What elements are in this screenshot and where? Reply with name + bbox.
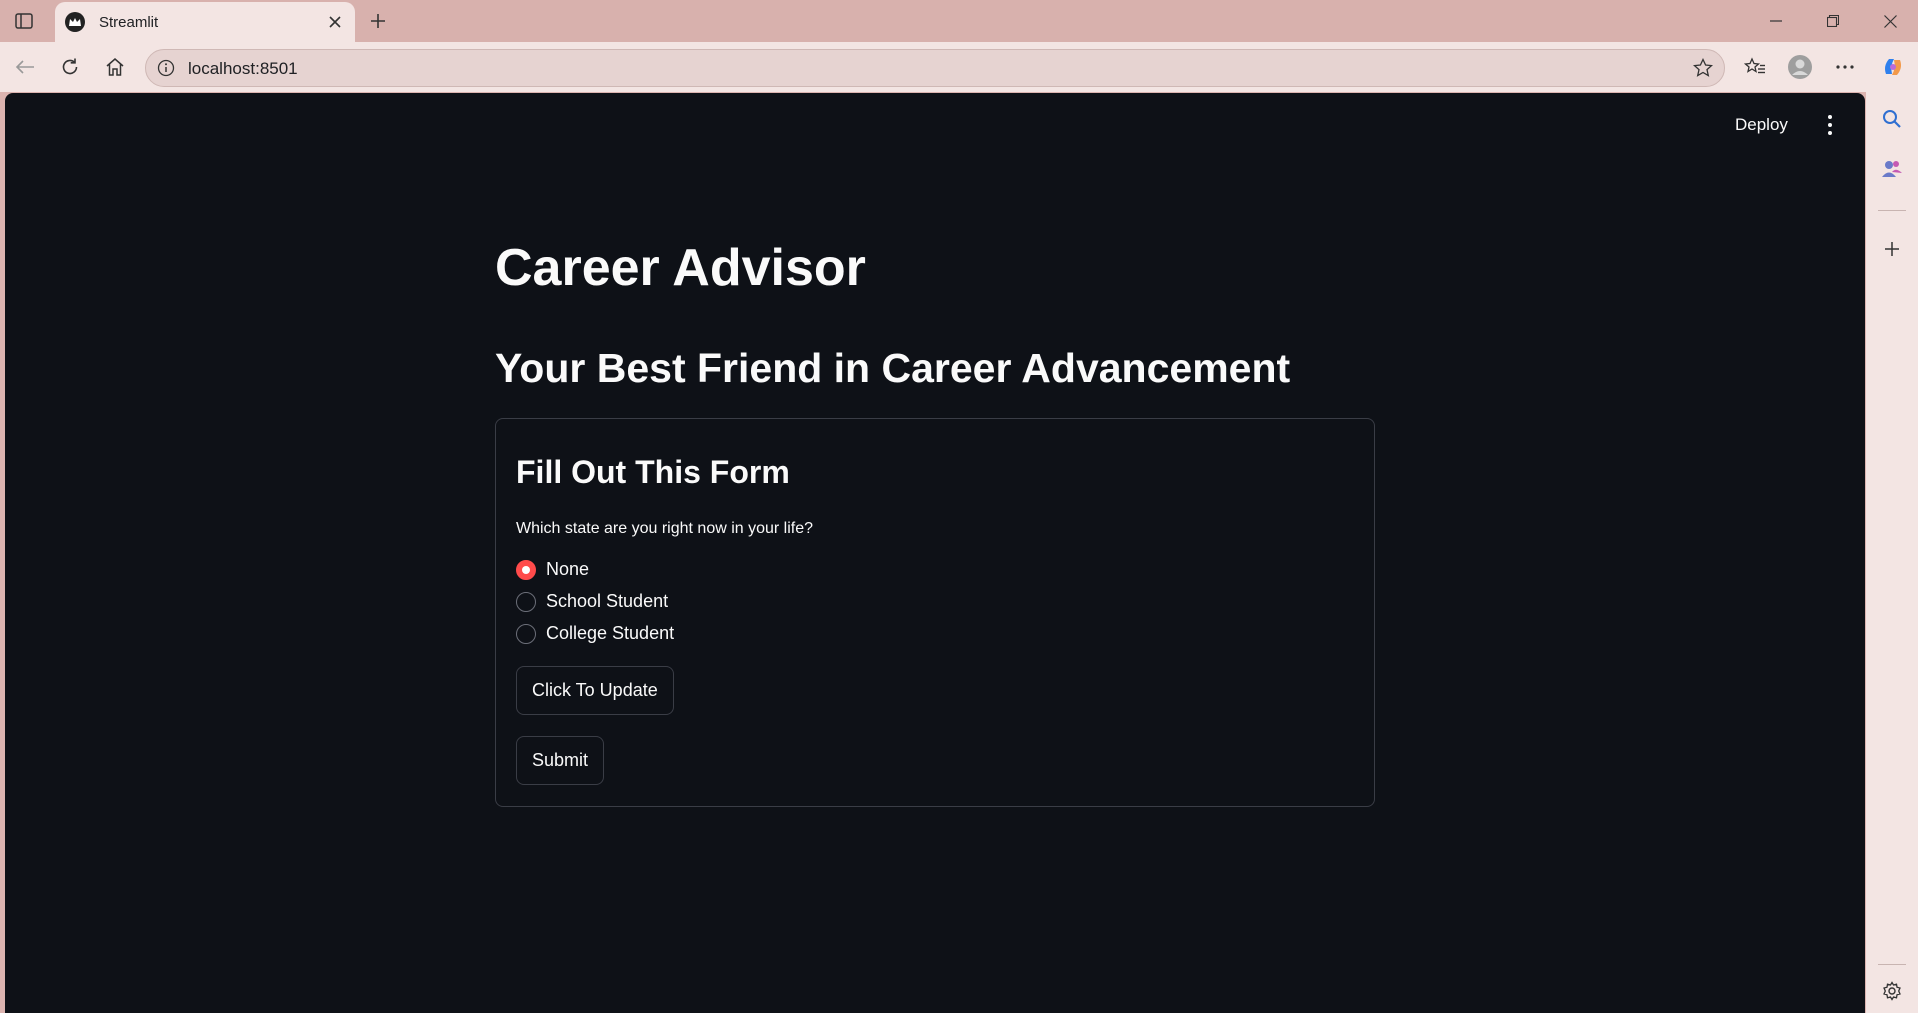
- browser-tab-bar: Streamlit: [0, 0, 1918, 42]
- sidebar-toggle-icon[interactable]: [12, 9, 36, 33]
- main-menu-icon[interactable]: [1820, 111, 1840, 139]
- tab-title: Streamlit: [99, 13, 159, 31]
- radio-option-college-student[interactable]: College Student: [516, 623, 674, 644]
- radio-question-label: Which state are you right now in your li…: [516, 520, 814, 537]
- more-options-icon[interactable]: [1830, 52, 1860, 82]
- minimize-icon[interactable]: [1756, 6, 1796, 36]
- sidebar-divider: [1878, 210, 1906, 211]
- tab-close-icon[interactable]: [323, 10, 347, 34]
- streamlit-app: Deploy Career Advisor Your Best Friend i…: [5, 93, 1865, 1013]
- submit-button[interactable]: Submit: [516, 736, 605, 785]
- click-to-update-button[interactable]: Click To Update: [516, 666, 674, 715]
- reload-icon[interactable]: [55, 52, 85, 82]
- radio-option-none[interactable]: None: [516, 559, 589, 580]
- sidebar-divider-bottom: [1878, 964, 1906, 965]
- deploy-button[interactable]: Deploy: [1735, 115, 1788, 135]
- form-title: Fill Out This Form: [516, 454, 790, 490]
- close-window-icon[interactable]: [1870, 6, 1910, 36]
- edge-sidebar: [1866, 92, 1918, 1013]
- new-tab-icon[interactable]: [364, 7, 392, 35]
- radio-label: School Student: [546, 591, 669, 611]
- profile-avatar-icon[interactable]: [1785, 52, 1815, 82]
- search-icon[interactable]: [1879, 106, 1905, 132]
- page-subtitle: Your Best Friend in Career Advancement: [495, 345, 1291, 391]
- radio-button[interactable]: [516, 623, 536, 644]
- home-icon[interactable]: [100, 52, 130, 82]
- people-icon[interactable]: [1879, 156, 1905, 182]
- radio-label: College Student: [546, 623, 675, 643]
- browser-tab[interactable]: Streamlit: [55, 2, 355, 42]
- radio-label: None: [546, 559, 590, 579]
- settings-gear-icon[interactable]: [1879, 978, 1905, 1004]
- radio-button-selected[interactable]: [516, 559, 536, 580]
- page-title: Career Advisor: [495, 239, 866, 297]
- form-container: Fill Out This Form Which state are you r…: [495, 418, 1375, 807]
- url-text[interactable]: localhost:8501: [188, 59, 298, 79]
- address-bar[interactable]: localhost:8501: [145, 49, 1725, 87]
- back-icon[interactable]: [10, 52, 40, 82]
- restore-icon[interactable]: [1813, 6, 1853, 36]
- add-icon[interactable]: [1879, 236, 1905, 262]
- streamlit-favicon-icon: [65, 12, 85, 32]
- favorites-list-icon[interactable]: [1740, 52, 1770, 82]
- site-info-icon[interactable]: [156, 58, 176, 78]
- radio-button[interactable]: [516, 591, 536, 612]
- copilot-icon[interactable]: [1878, 52, 1908, 82]
- favorite-star-icon[interactable]: [1692, 57, 1714, 79]
- browser-toolbar: localhost:8501: [0, 42, 1918, 92]
- radio-option-school-student[interactable]: School Student: [516, 591, 668, 612]
